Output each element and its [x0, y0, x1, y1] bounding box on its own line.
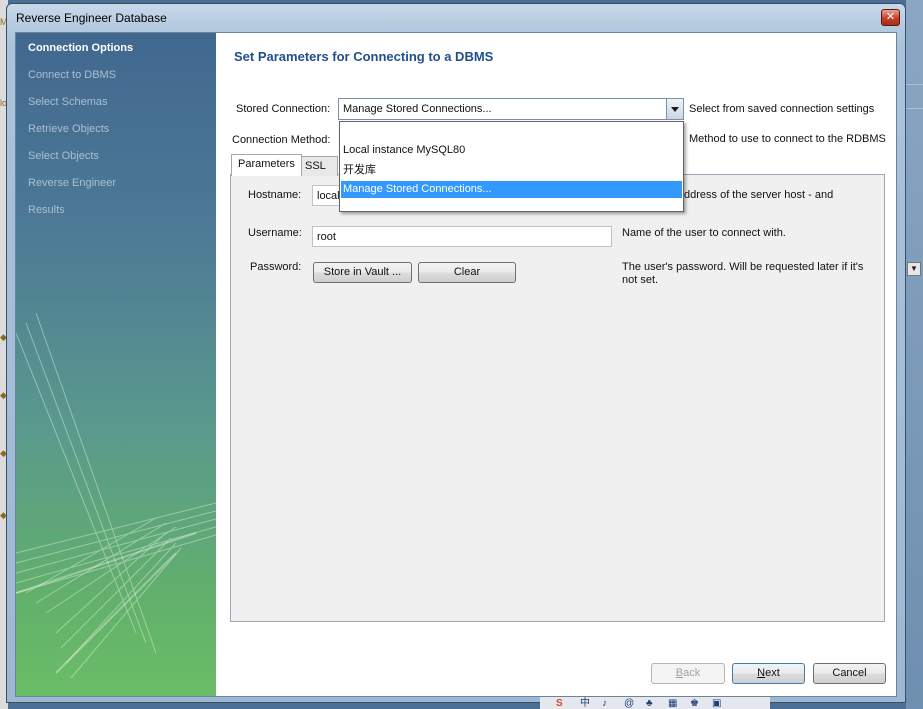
- back-button-label: ack: [683, 667, 701, 679]
- stored-connection-hint: Select from saved connection settings: [689, 103, 875, 115]
- wizard-step-connection-options: Connection Options: [28, 42, 134, 54]
- hostname-input[interactable]: locall: [312, 185, 340, 206]
- stored-connection-value: Manage Stored Connections...: [343, 103, 492, 115]
- username-label: Username:: [248, 227, 302, 239]
- tab-ssl[interactable]: SSL: [298, 156, 338, 176]
- stored-connection-dropdown-list: Local instance MySQL80 开发库 Manage Stored…: [339, 121, 684, 212]
- password-label: Password:: [250, 261, 302, 273]
- next-button-mnemonic: N: [757, 667, 766, 679]
- reverse-engineer-dialog: Reverse Engineer Database ✕ Connection O…: [6, 3, 906, 703]
- username-hint: Name of the user to connect with.: [622, 227, 786, 239]
- page-title: Set Parameters for Connecting to a DBMS: [234, 49, 494, 64]
- grid-icon[interactable]: ▦: [668, 699, 677, 709]
- club-icon[interactable]: ♣: [646, 699, 653, 709]
- music-note-icon[interactable]: ♪: [602, 699, 607, 709]
- connection-method-hint: Method to use to connect to the RDBMS: [689, 133, 886, 145]
- dropdown-item-manage-connections[interactable]: Manage Stored Connections...: [341, 181, 682, 198]
- sogou-ime-icon[interactable]: S: [556, 699, 563, 709]
- wizard-step-select-schemas: Select Schemas: [28, 96, 108, 108]
- next-button-label: ext: [765, 667, 780, 679]
- dropdown-item-local-instance[interactable]: Local instance MySQL80: [341, 142, 682, 159]
- username-input[interactable]: root: [312, 226, 612, 247]
- dropdown-item-empty[interactable]: [341, 124, 682, 141]
- background-divider: [906, 84, 923, 85]
- title-bar: Reverse Engineer Database ✕: [7, 4, 905, 31]
- clear-password-button[interactable]: Clear: [418, 262, 516, 283]
- hostname-label: Hostname:: [248, 189, 302, 201]
- hostname-hint: ddress of the server host - and: [684, 189, 834, 201]
- next-button[interactable]: Next: [732, 663, 805, 684]
- stored-connection-label: Stored Connection:: [236, 103, 331, 115]
- ime-chinese-icon[interactable]: 中: [580, 699, 590, 709]
- background-dropdown-arrow: ▼: [907, 262, 921, 276]
- taskbar-strip: [540, 697, 770, 709]
- stored-connection-select[interactable]: Manage Stored Connections...: [338, 98, 684, 120]
- wizard-sidebar: Connection Options Connect to DBMS Selec…: [16, 33, 216, 696]
- wizard-step-connect-to-dbms: Connect to DBMS: [28, 69, 117, 81]
- wizard-step-select-objects: Select Objects: [28, 150, 99, 162]
- tab-parameters[interactable]: Parameters: [231, 154, 302, 176]
- box-icon[interactable]: ▣: [712, 699, 721, 709]
- store-in-vault-button[interactable]: Store in Vault ...: [313, 262, 412, 283]
- dropdown-item-dev-db[interactable]: 开发库: [341, 159, 682, 176]
- window-title: Reverse Engineer Database: [16, 11, 167, 25]
- connection-method-label: Connection Method:: [232, 134, 331, 146]
- wizard-step-results: Results: [28, 204, 65, 216]
- wizard-step-reverse-engineer: Reverse Engineer: [28, 177, 117, 189]
- cancel-button[interactable]: Cancel: [813, 663, 886, 684]
- back-button[interactable]: Back: [651, 663, 725, 684]
- background-divider: [906, 108, 923, 109]
- at-sign-icon[interactable]: @: [624, 699, 634, 709]
- chevron-down-icon[interactable]: [666, 99, 683, 119]
- password-hint: The user's password. Will be requested l…: [622, 261, 864, 286]
- close-button[interactable]: ✕: [881, 9, 900, 26]
- background-app-right-edge: [906, 0, 923, 709]
- dialog-client-area: Connection Options Connect to DBMS Selec…: [15, 32, 897, 697]
- wizard-step-retrieve-objects: Retrieve Objects: [28, 123, 110, 135]
- back-button-mnemonic: B: [675, 667, 684, 679]
- chess-icon[interactable]: ♚: [690, 699, 699, 709]
